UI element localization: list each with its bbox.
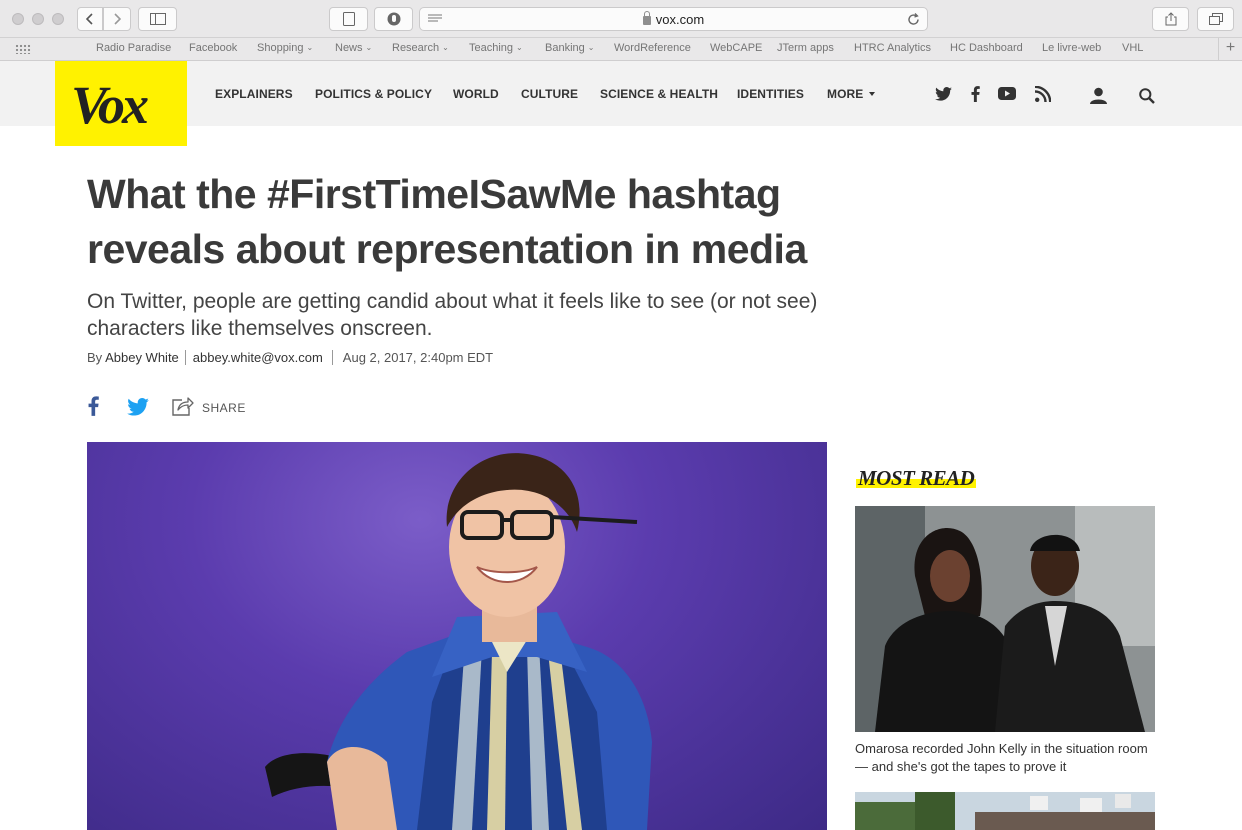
close-window-button[interactable] bbox=[12, 13, 24, 25]
caret-down-icon bbox=[869, 92, 876, 96]
byline: By Abbey White abbey.white@vox.com Aug 2, … bbox=[87, 350, 493, 365]
zoom-window-button[interactable] bbox=[52, 13, 64, 25]
byline-prefix: By bbox=[87, 350, 103, 365]
most-read-headline-link[interactable]: Omarosa recorded John Kelly in the situa… bbox=[855, 740, 1155, 776]
bookmark-hc-dashboard[interactable]: HC Dashboard bbox=[950, 42, 1023, 54]
bookmark-teaching[interactable]: Teaching ⌄ bbox=[469, 42, 523, 54]
youtube-icon[interactable] bbox=[998, 87, 1016, 100]
most-read-heading: MOST READ bbox=[856, 466, 977, 490]
chevron-down-icon: ⌄ bbox=[516, 43, 523, 52]
article-dek: On Twitter, people are getting candid ab… bbox=[87, 290, 818, 340]
reader-button[interactable] bbox=[329, 7, 368, 31]
share-icon bbox=[1165, 12, 1176, 26]
nav-science-health[interactable]: SCIENCE & HEALTH bbox=[600, 87, 718, 101]
chevron-down-icon: ⌄ bbox=[306, 43, 314, 52]
chevron-left-icon bbox=[86, 13, 93, 25]
tabs-icon bbox=[1208, 13, 1223, 25]
nav-more[interactable]: MORE bbox=[827, 87, 876, 101]
sidebar-icon bbox=[149, 13, 166, 25]
chevron-down-icon: ⌄ bbox=[442, 43, 449, 52]
back-button[interactable] bbox=[77, 7, 103, 31]
search-icon[interactable] bbox=[1139, 88, 1155, 104]
sidebar-toggle-button[interactable] bbox=[138, 7, 177, 31]
nav-culture[interactable]: CULTURE bbox=[521, 87, 578, 101]
privacy-extension-button[interactable] bbox=[374, 7, 413, 31]
bookmark-research[interactable]: Research ⌄ bbox=[392, 42, 449, 54]
bookmark-webcape[interactable]: WebCAPE bbox=[710, 42, 762, 54]
chevron-down-icon: ⌄ bbox=[365, 43, 373, 52]
divider bbox=[184, 350, 186, 365]
bookmark-vhl[interactable]: VHL bbox=[1122, 42, 1143, 54]
bookmark-wordreference[interactable]: WordReference bbox=[614, 42, 691, 54]
document-icon bbox=[342, 12, 355, 26]
tabs-overview-button[interactable] bbox=[1197, 7, 1234, 31]
bookmark-facebook[interactable]: Facebook bbox=[189, 42, 237, 54]
share-button[interactable]: SHARE bbox=[202, 401, 246, 415]
lock-icon bbox=[642, 11, 651, 25]
bookmark-news[interactable]: News ⌄ bbox=[335, 42, 372, 54]
favorites-bar: Radio Paradise Facebook Shopping ⌄ News ⌄ … bbox=[0, 38, 1242, 61]
article-headline: What the #FirstTimeISawMe hashtag reveal… bbox=[87, 171, 807, 272]
most-read-image[interactable] bbox=[855, 506, 1155, 732]
hand-icon bbox=[387, 12, 400, 26]
forward-button[interactable] bbox=[103, 7, 131, 31]
nav-identities[interactable]: IDENTITIES bbox=[737, 87, 804, 101]
chevron-down-icon: ⌄ bbox=[587, 43, 595, 52]
new-tab-button[interactable]: + bbox=[1218, 38, 1242, 60]
facebook-icon[interactable] bbox=[971, 86, 980, 102]
share-browser-button[interactable] bbox=[1152, 7, 1189, 31]
bookmark-shopping[interactable]: Shopping ⌄ bbox=[257, 42, 313, 54]
author-link[interactable]: Abbey White bbox=[105, 350, 179, 365]
divider bbox=[331, 350, 333, 365]
chevron-right-icon bbox=[114, 13, 121, 25]
reload-icon[interactable] bbox=[907, 13, 920, 26]
author-email-link[interactable]: abbey.white@vox.com bbox=[193, 350, 323, 365]
minimize-window-button[interactable] bbox=[32, 13, 44, 25]
publish-date: Aug 2, 2017, 2:40pm EDT bbox=[342, 350, 494, 365]
plus-icon: + bbox=[1225, 39, 1236, 56]
bookmark-le-livre-web[interactable]: Le livre-web bbox=[1042, 42, 1101, 54]
bookmark-radio-paradise[interactable]: Radio Paradise bbox=[96, 42, 171, 54]
bookmark-htrc-analytics[interactable]: HTRC Analytics bbox=[854, 42, 931, 54]
browser-titlebar: vox.com bbox=[0, 0, 1242, 38]
twitter-icon[interactable] bbox=[935, 87, 952, 101]
url-text: vox.com bbox=[655, 12, 705, 27]
facebook-share-icon[interactable] bbox=[88, 396, 99, 416]
bookmark-jterm-apps[interactable]: JTerm apps bbox=[777, 42, 834, 54]
user-icon[interactable] bbox=[1090, 87, 1107, 104]
nav-explainers[interactable]: EXPLAINERS bbox=[215, 87, 293, 101]
share-icon[interactable] bbox=[172, 396, 194, 416]
nav-politics-policy[interactable]: POLITICS & POLICY bbox=[315, 87, 432, 101]
address-bar[interactable]: vox.com bbox=[419, 7, 928, 31]
most-read-image-2[interactable] bbox=[855, 792, 1155, 830]
nav-world[interactable]: WORLD bbox=[453, 87, 499, 101]
rss-icon[interactable] bbox=[1035, 86, 1051, 102]
show-all-bookmarks-icon[interactable] bbox=[15, 44, 31, 54]
hero-image bbox=[87, 442, 827, 830]
vox-logo[interactable]: Vox bbox=[55, 61, 187, 146]
twitter-share-icon[interactable] bbox=[127, 398, 149, 416]
bookmark-banking[interactable]: Banking ⌄ bbox=[545, 42, 594, 54]
